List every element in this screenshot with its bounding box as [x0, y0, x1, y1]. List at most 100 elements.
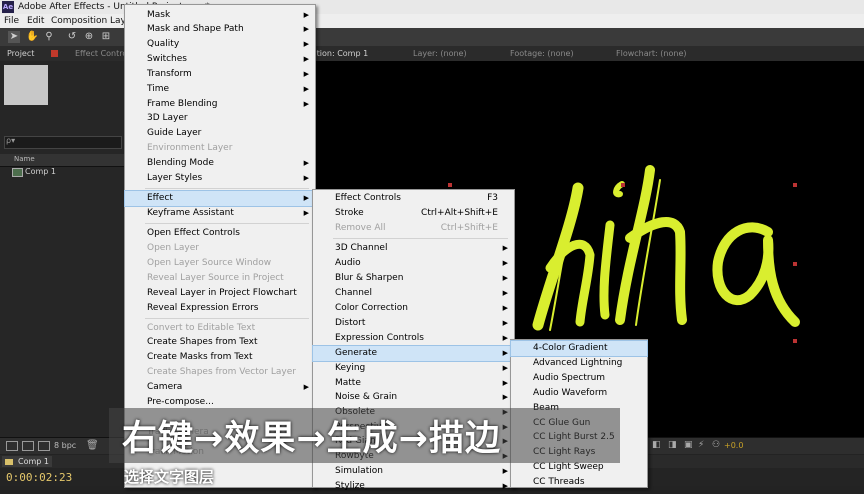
menu-item-label: Mask and Shape Path: [147, 24, 244, 34]
menu-item-label: Distort: [335, 318, 366, 328]
menu-edit[interactable]: Edit: [27, 15, 44, 27]
bit-depth-label[interactable]: 8 bpc: [54, 441, 76, 450]
submenu-arrow-icon: ▶: [502, 274, 508, 282]
hand-tool-icon[interactable]: ✋: [26, 31, 38, 43]
submenu-arrow-icon: ▶: [303, 194, 309, 202]
menu-item-mask[interactable]: Mask ▶: [125, 8, 315, 23]
menu-item-label: Mask: [147, 10, 171, 20]
menu-item-create-masks-from-text[interactable]: Create Masks from Text: [125, 350, 315, 365]
rotate-tool-icon[interactable]: ↺: [66, 31, 78, 43]
submenu-arrow-icon: ▶: [303, 209, 309, 217]
menu-file[interactable]: File: [4, 15, 19, 27]
menu-item-frame-blending[interactable]: Frame Blending ▶: [125, 97, 315, 112]
layer-bound-handle[interactable]: [621, 183, 625, 187]
menu-item-quality[interactable]: Quality ▶: [125, 37, 315, 52]
menu-item-matte[interactable]: Matte ▶: [313, 376, 514, 391]
menu-separator: [333, 238, 508, 239]
menu-item-distort[interactable]: Distort ▶: [313, 316, 514, 331]
menu-item-open-effect-controls[interactable]: Open Effect Controls: [125, 226, 315, 241]
menu-item-time[interactable]: Time ▶: [125, 82, 315, 97]
layer-bound-handle[interactable]: [448, 183, 452, 187]
menu-item-channel[interactable]: Channel ▶: [313, 286, 514, 301]
menu-item-switches[interactable]: Switches ▶: [125, 52, 315, 67]
lettering-text: hina: [660, 269, 663, 271]
submenu-arrow-icon: ▶: [502, 244, 508, 252]
tab-layer[interactable]: Layer: (none): [413, 49, 467, 58]
menu-item-label: Camera: [147, 382, 183, 392]
toggle-pixel-aspect-icon[interactable]: ▣: [684, 440, 693, 450]
menu-item-label: CC Threads: [533, 477, 585, 487]
submenu-arrow-icon: ▶: [502, 304, 508, 312]
tab-footage[interactable]: Footage: (none): [510, 49, 574, 58]
camera-orbit-tool-icon[interactable]: ⊕: [83, 31, 95, 43]
menu-item-audio[interactable]: Audio ▶: [313, 256, 514, 271]
timeline-comp-label: Comp 1: [18, 457, 49, 466]
layer-bound-handle[interactable]: [793, 339, 797, 343]
menu-item-create-shapes-from-text[interactable]: Create Shapes from Text: [125, 335, 315, 350]
menu-composition[interactable]: Composition: [51, 15, 107, 27]
menu-item-label: Generate: [335, 348, 378, 358]
menu-item-keyframe-assistant[interactable]: Keyframe Assistant ▶: [125, 206, 315, 221]
menu-item-label: Effect Controls: [335, 193, 401, 203]
tab-project[interactable]: Project: [7, 49, 34, 58]
menu-item-reveal-expression-errors[interactable]: Reveal Expression Errors: [125, 301, 315, 316]
submenu-arrow-icon: ▶: [502, 319, 508, 327]
menu-item-effect-controls[interactable]: Effect Controls F3: [313, 191, 514, 206]
menu-item-convert-to-editable-text: Convert to Editable Text: [125, 321, 315, 336]
layer-bound-handle[interactable]: [793, 183, 797, 187]
new-composition-icon[interactable]: [38, 441, 50, 451]
pan-behind-tool-icon[interactable]: ⊞: [100, 31, 112, 43]
current-time-display[interactable]: 0:00:02:23: [6, 471, 72, 484]
interpret-footage-icon[interactable]: [6, 441, 18, 451]
menu-item-label: Open Effect Controls: [147, 228, 240, 238]
menu-item-simulation[interactable]: Simulation ▶: [313, 464, 514, 479]
menu-item-guide-layer[interactable]: Guide Layer: [125, 126, 315, 141]
menu-item-mask-and-shape-path[interactable]: Mask and Shape Path ▶: [125, 22, 315, 37]
show-channel-icon[interactable]: ◨: [668, 440, 677, 450]
menu-item-keying[interactable]: Keying ▶: [313, 361, 514, 376]
menu-item-audio-waveform[interactable]: Audio Waveform: [511, 386, 647, 401]
menu-item-blending-mode[interactable]: Blending Mode ▶: [125, 156, 315, 171]
menu-item-layer-styles[interactable]: Layer Styles ▶: [125, 171, 315, 186]
layer-bound-handle[interactable]: [793, 262, 797, 266]
submenu-arrow-icon: ▶: [303, 11, 309, 19]
menu-item-3d-channel[interactable]: 3D Channel ▶: [313, 241, 514, 256]
fast-previews-icon[interactable]: ⚡: [698, 440, 704, 450]
menu-item-label: Create Masks from Text: [147, 352, 253, 362]
project-search-input[interactable]: [4, 136, 122, 149]
new-folder-icon[interactable]: [22, 441, 34, 451]
menu-item-noise-grain[interactable]: Noise & Grain ▶: [313, 390, 514, 405]
menu-item-3d-layer[interactable]: 3D Layer: [125, 111, 315, 126]
menu-item-reveal-layer-in-project-flowchart[interactable]: Reveal Layer in Project Flowchart: [125, 286, 315, 301]
exposure-offset[interactable]: +0.0: [724, 441, 743, 450]
menu-item-blur-sharpen[interactable]: Blur & Sharpen ▶: [313, 271, 514, 286]
menu-item-shortcut: Ctrl+Alt+Shift+E: [421, 208, 498, 218]
menu-item-transform[interactable]: Transform ▶: [125, 67, 315, 82]
menu-item-cc-threads[interactable]: CC Threads: [511, 475, 647, 490]
menu-item-reveal-layer-source-in-project: Reveal Layer Source in Project: [125, 271, 315, 286]
menu-separator: [145, 223, 309, 224]
zoom-tool-icon[interactable]: ⚲: [43, 31, 55, 43]
trash-icon[interactable]: 🗑: [86, 440, 99, 451]
flowchart-icon[interactable]: ⚇: [712, 440, 720, 450]
menu-item-label: Reveal Expression Errors: [147, 303, 259, 313]
menu-item-color-correction[interactable]: Color Correction ▶: [313, 301, 514, 316]
tab-flowchart[interactable]: Flowchart: (none): [616, 49, 687, 58]
menu-item-advanced-lightning[interactable]: Advanced Lightning: [511, 356, 647, 371]
menu-item-effect[interactable]: Effect ▶: [124, 190, 316, 207]
menu-item-generate[interactable]: Generate ▶: [312, 345, 515, 362]
selection-tool-icon[interactable]: ➤: [8, 31, 20, 43]
project-item-comp[interactable]: Comp 1: [25, 167, 56, 176]
menu-item-stroke[interactable]: Stroke Ctrl+Alt+Shift+E: [313, 206, 514, 221]
menu-item-label: Keyframe Assistant: [147, 208, 234, 218]
menu-item-4-color-gradient[interactable]: 4-Color Gradient: [510, 340, 648, 357]
submenu-arrow-icon: ▶: [502, 379, 508, 387]
menu-item-stylize[interactable]: Stylize ▶: [313, 479, 514, 494]
snapshot-icon[interactable]: ◧: [652, 440, 661, 450]
submenu-arrow-icon: ▶: [303, 25, 309, 33]
menu-item-expression-controls[interactable]: Expression Controls ▶: [313, 331, 514, 346]
menu-item-label: 3D Layer: [147, 113, 188, 123]
script-lettering-hina[interactable]: hina: [510, 150, 810, 350]
menu-item-camera[interactable]: Camera ▶: [125, 380, 315, 395]
menu-item-audio-spectrum[interactable]: Audio Spectrum: [511, 371, 647, 386]
